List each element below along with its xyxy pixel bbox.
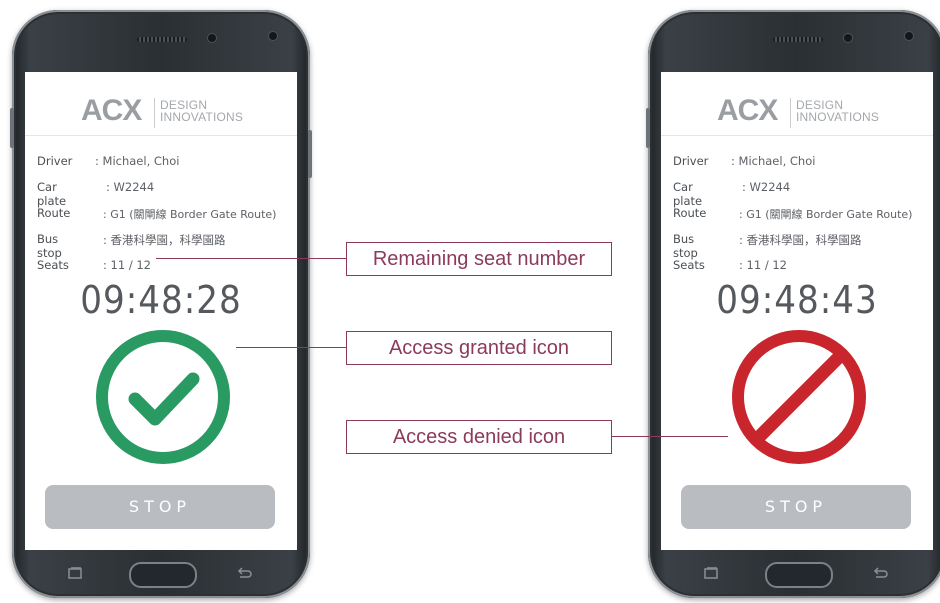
callout-leader-seats: [156, 258, 346, 259]
access-granted-icon: [96, 330, 230, 464]
sensor-icon: [905, 32, 913, 40]
app-screen: ACX DESIGN INNOVATIONS Driver : Michael, …: [661, 72, 933, 550]
phone-left: ACX DESIGN INNOVATIONS Driver : Michael, …: [10, 10, 312, 598]
info-label: Bus stop: [673, 232, 698, 260]
clock-display: 09:48:43: [716, 278, 878, 322]
logo-divider: [154, 98, 155, 128]
info-value: : 11 / 12: [739, 258, 787, 272]
app-screen: ACX DESIGN INNOVATIONS Driver : Michael, …: [25, 72, 297, 550]
info-label: Bus stop: [37, 232, 62, 260]
acx-logo: ACX DESIGN INNOVATIONS: [661, 92, 933, 134]
info-value: : Michael, Choi: [731, 154, 816, 168]
camera-icon: [844, 34, 852, 42]
stop-button[interactable]: STOP: [45, 485, 275, 529]
back-icon[interactable]: [236, 566, 252, 580]
logo-text: DESIGN INNOVATIONS: [160, 98, 244, 124]
hardware-nav-bar: [12, 550, 310, 598]
stop-button[interactable]: STOP: [681, 485, 911, 529]
sensor-icon: [269, 32, 277, 40]
info-value: : Michael, Choi: [95, 154, 180, 168]
logo-mark: ACX: [717, 94, 778, 127]
recent-apps-icon[interactable]: [704, 567, 718, 579]
acx-logo: ACX DESIGN INNOVATIONS: [25, 92, 297, 134]
access-denied-icon: [732, 330, 866, 464]
earpiece-speaker: [137, 37, 187, 42]
info-label: Car plate: [673, 180, 703, 208]
divider: [25, 135, 297, 136]
back-icon[interactable]: [872, 566, 888, 580]
clock-display: 09:48:28: [80, 278, 242, 322]
info-value: : 香港科學園，科學園路: [739, 233, 862, 247]
earpiece-speaker: [773, 37, 823, 42]
divider: [661, 135, 933, 136]
info-label: Driver: [673, 154, 709, 168]
callout-access-denied: Access denied icon: [346, 420, 612, 454]
phone-right: ACX DESIGN INNOVATIONS Driver : Michael, …: [646, 10, 940, 598]
callout-leader-granted: [236, 347, 346, 348]
camera-icon: [208, 34, 216, 42]
volume-key: [646, 108, 650, 148]
logo-text: DESIGN INNOVATIONS: [796, 98, 880, 124]
info-value: : G1 (關閘線 Border Gate Route): [103, 208, 277, 221]
logo-divider: [790, 98, 791, 128]
home-button[interactable]: [765, 562, 833, 588]
info-label: Car plate: [37, 180, 67, 208]
home-button[interactable]: [129, 562, 197, 588]
info-value: : 11 / 12: [103, 258, 151, 272]
info-label: Seats: [673, 258, 705, 272]
recent-apps-icon[interactable]: [68, 567, 82, 579]
info-value: : W2244: [106, 180, 155, 194]
hardware-nav-bar: [648, 550, 940, 598]
info-value: : G1 (關閘線 Border Gate Route): [739, 208, 913, 221]
info-value: : 香港科學園，科學園路: [103, 233, 226, 247]
callout-access-granted: Access granted icon: [346, 331, 612, 365]
logo-mark: ACX: [81, 94, 142, 127]
power-key: [308, 130, 312, 178]
callout-leader-denied: [612, 436, 728, 437]
volume-key: [10, 108, 14, 148]
info-label: Route: [673, 206, 707, 220]
info-label: Seats: [37, 258, 69, 272]
info-label: Route: [37, 206, 71, 220]
info-value: : W2244: [742, 180, 791, 194]
callout-remaining-seats: Remaining seat number: [346, 242, 612, 276]
info-label: Driver: [37, 154, 73, 168]
